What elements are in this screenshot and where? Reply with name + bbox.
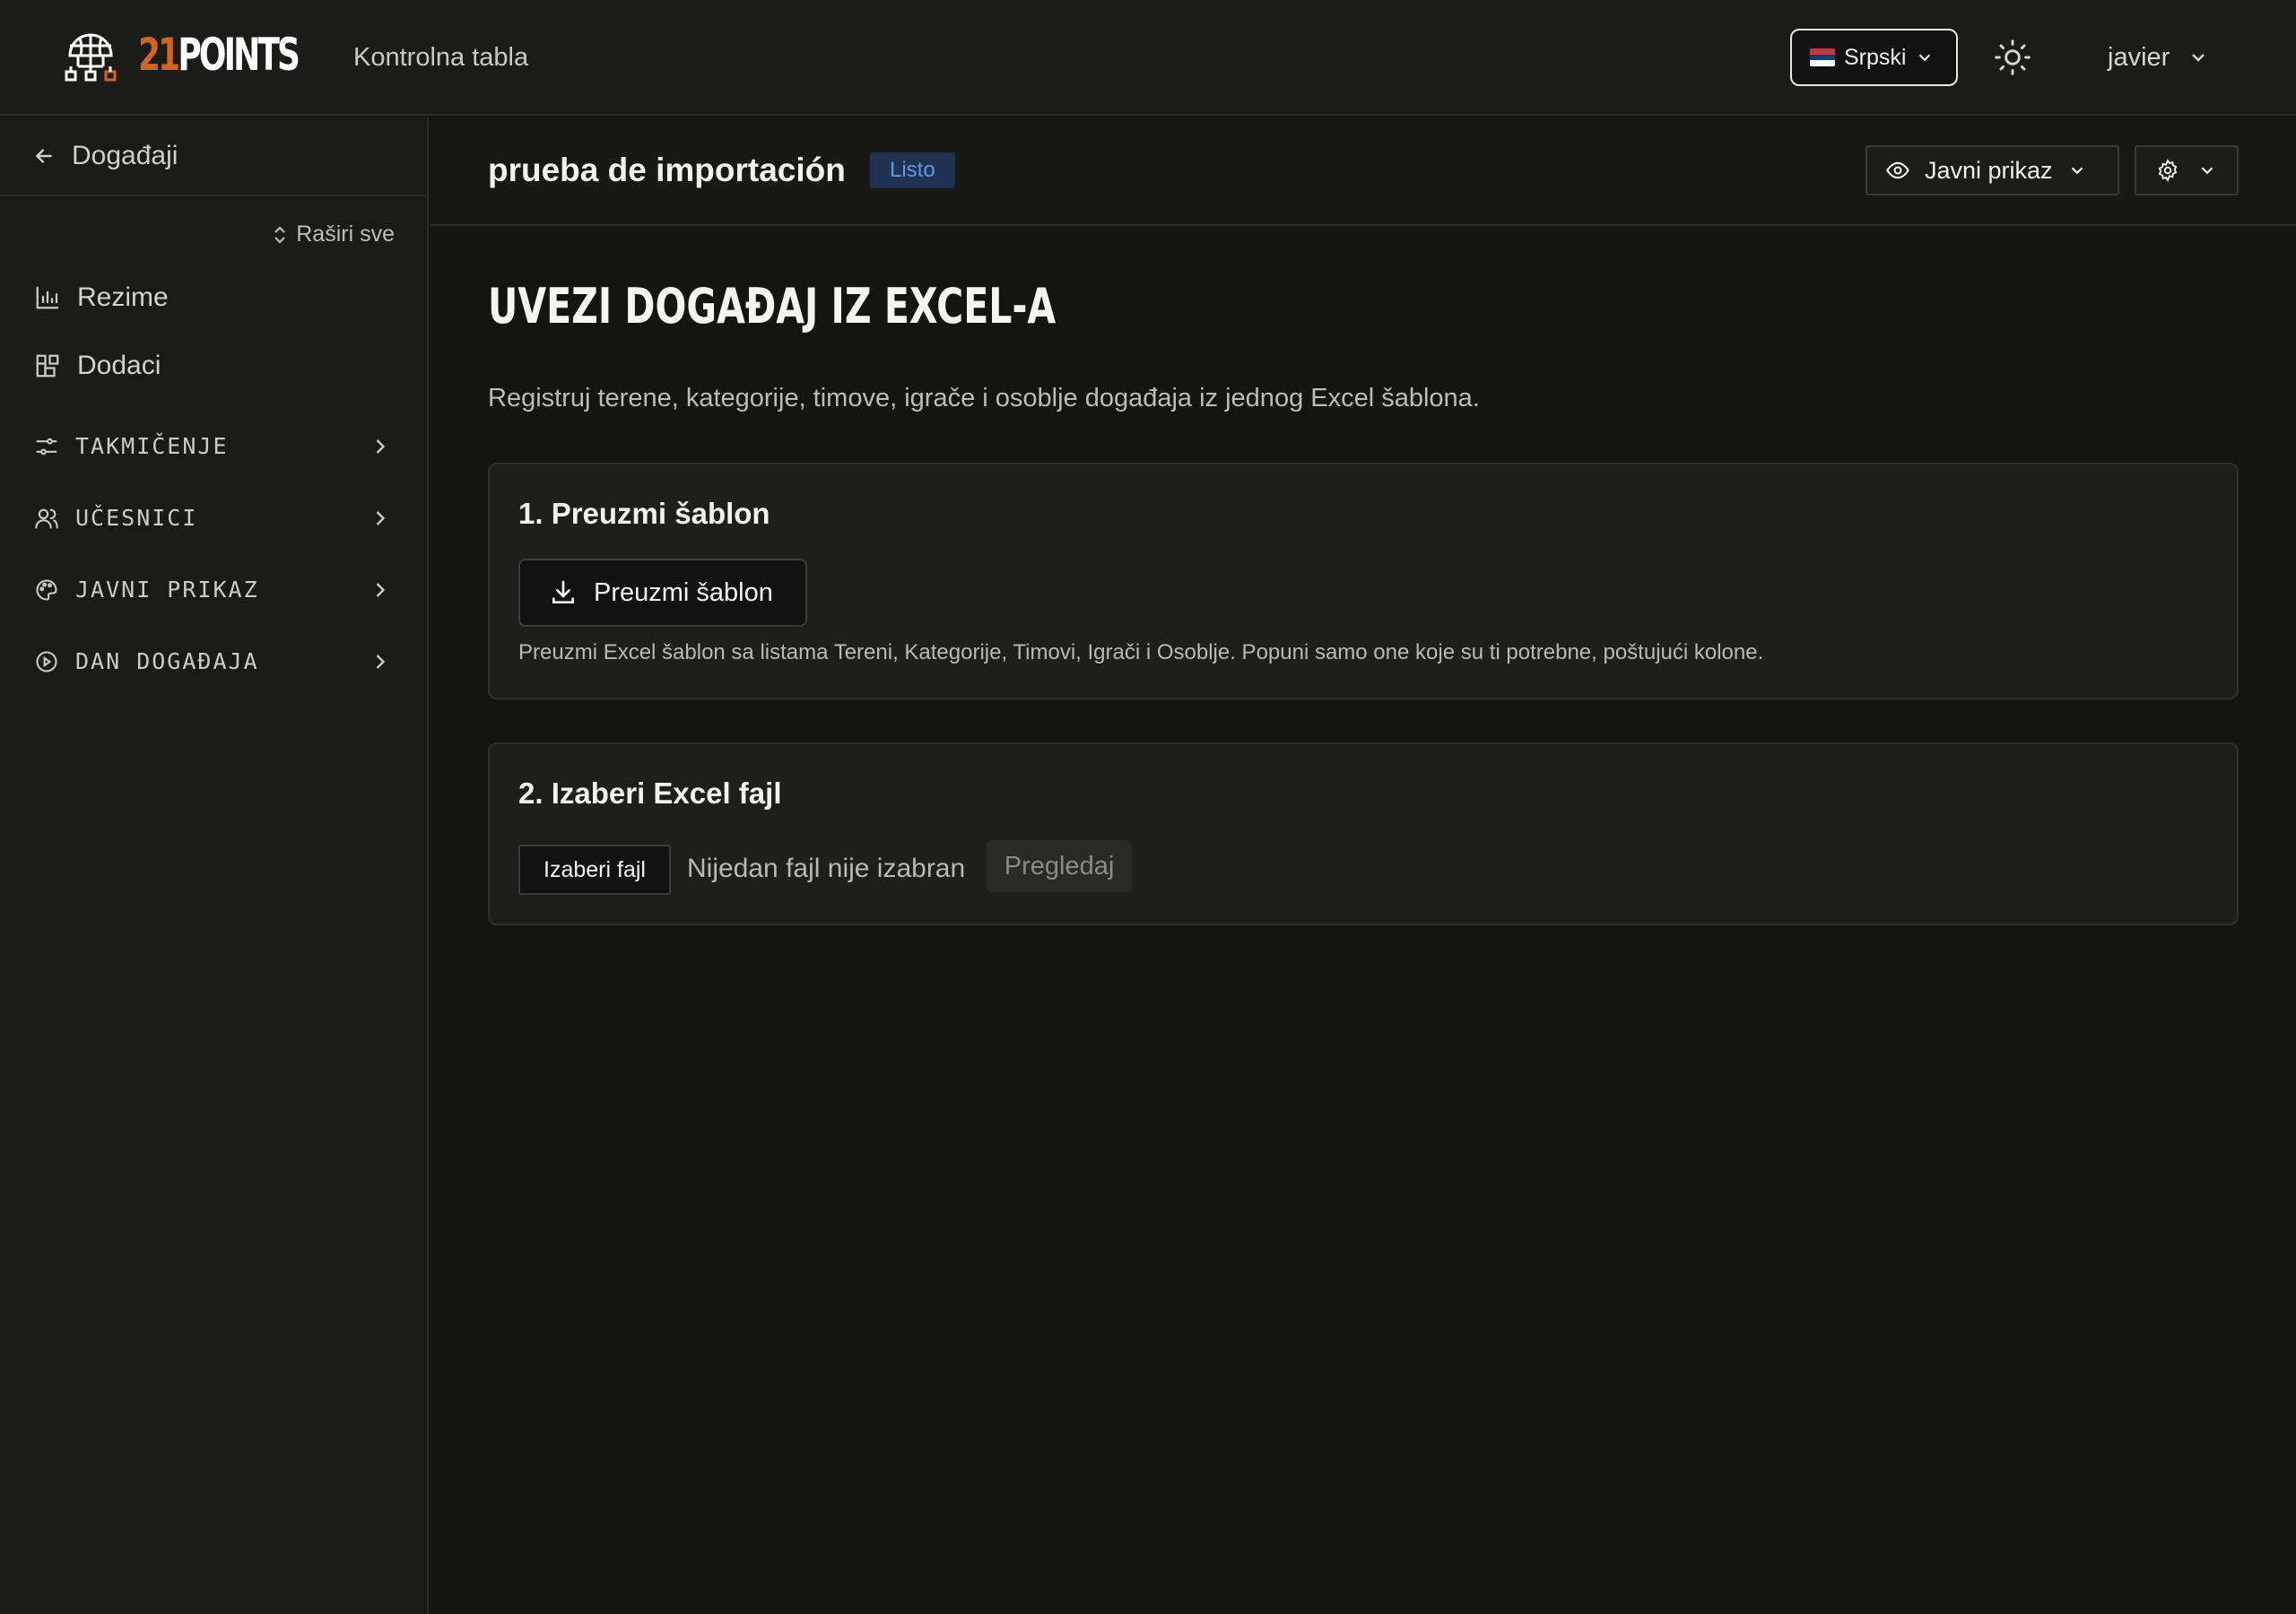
public-view-dropdown[interactable]: Javni prikaz [1866,145,2119,195]
chart-icon [34,284,61,311]
back-to-events-link[interactable]: Događaji [0,117,427,196]
download-template-button[interactable]: Preuzmi šablon [518,559,807,627]
public-view-label: Javni prikaz [1925,156,2053,184]
settings-dropdown[interactable] [2135,145,2239,195]
sidebar-item-label: Dodaci [77,351,161,380]
chevron-down-icon [2197,161,2217,180]
status-badge: Listo [870,152,955,188]
step2-title: 2. Izaberi Excel fajl [518,777,782,810]
choose-file-card: 2. Izaberi Excel fajl Izaberi fajl Nijed… [488,742,2239,925]
dashboard-link[interactable]: Kontrolna tabla [353,39,528,75]
gear-icon [2156,159,2179,182]
chevron-right-icon [368,577,393,603]
chevron-down-icon [2187,47,2209,68]
choose-file-button[interactable]: Izaberi fajl [518,845,671,895]
no-file-chosen-text: Nijedan fajl nije izabran [687,854,966,883]
sidebar-section-participants[interactable]: UČESNICI [34,505,393,531]
language-label: Srpski [1844,44,1907,70]
chevrons-up-down-icon [271,224,289,246]
user-menu[interactable]: javier [2108,36,2209,79]
eye-icon [1885,158,1910,183]
chevron-down-icon [1915,48,1935,67]
logo-number: 21 [138,29,180,81]
language-select[interactable]: Srpski [1790,29,1958,86]
sidebar-item-addons[interactable]: Dodaci [34,351,161,381]
sidebar-item-label: Rezime [77,282,169,312]
arrow-left-icon [32,144,56,168]
section-label: TAKMIČENJE [75,433,229,459]
chevron-right-icon [368,506,393,531]
event-title: prueba de importación [488,152,846,188]
users-icon [34,506,59,531]
section-label: DAN DOGAĐAJA [75,648,259,674]
sidebar: Događaji Raširi sve Rezime Dodaci TAKMIČ… [0,117,429,1614]
download-template-label: Preuzmi šablon [594,577,773,607]
addons-icon [34,352,61,379]
page-description: Registruj terene, kategorije, timove, ig… [488,384,1480,412]
expand-all-label: Raširi sve [296,221,395,247]
download-template-card: 1. Preuzmi šablon Preuzmi šablon Preuzmi… [488,463,2239,699]
page-title: UVEZI DOGAĐAJ IZ EXCEL-A [488,278,1057,334]
expand-all-button[interactable]: Raširi sve [271,221,395,247]
sidebar-section-public-view[interactable]: JAVNI PRIKAZ [34,577,393,603]
sliders-icon [34,434,59,459]
sidebar-item-summary[interactable]: Rezime [34,282,169,313]
section-label: UČESNICI [75,505,198,531]
user-name: javier [2108,42,2170,72]
event-header: prueba de importación Listo Javni prikaz [430,117,2296,226]
brand-logo[interactable]: 21POINTS [138,27,300,82]
top-navbar: 21POINTS Kontrolna tabla Srpski javier [0,0,2296,116]
section-label: JAVNI PRIKAZ [75,577,259,603]
chevron-right-icon [368,649,393,674]
step1-note: Preuzmi Excel šablon sa listama Tereni, … [518,640,1764,664]
preview-button[interactable]: Pregledaj [987,840,1132,892]
download-icon [549,578,578,607]
chevron-down-icon [2067,161,2087,180]
play-circle-icon [34,649,59,674]
theme-toggle-sun-icon[interactable] [1993,38,2032,77]
sidebar-section-competition[interactable]: TAKMIČENJE [34,433,393,459]
logo-word: POINTS [178,29,300,81]
sidebar-section-event-day[interactable]: DAN DOGAĐAJA [34,648,393,674]
palette-icon [34,577,59,603]
chevron-right-icon [368,434,393,459]
logo-icon[interactable] [63,30,118,84]
step1-title: 1. Preuzmi šablon [518,497,770,530]
back-label: Događaji [72,141,178,170]
serbia-flag-icon [1810,48,1835,66]
